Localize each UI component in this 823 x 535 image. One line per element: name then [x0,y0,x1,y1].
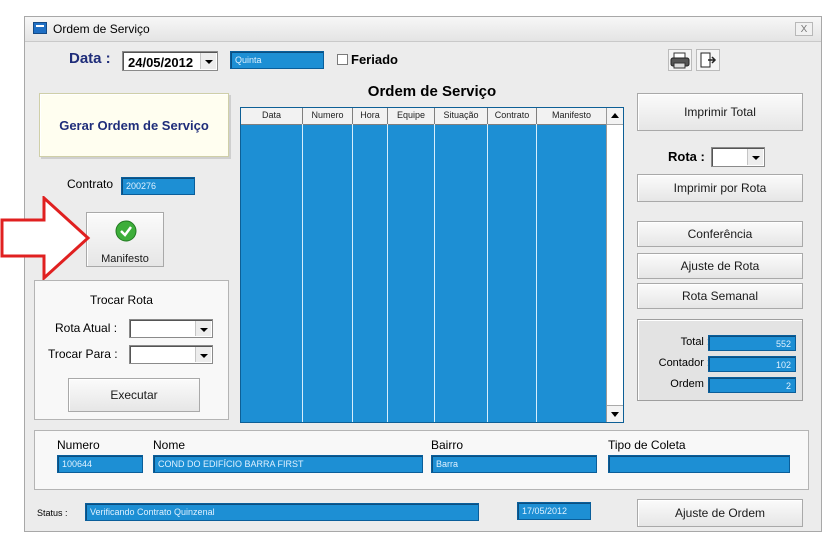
rota-semanal-button[interactable]: Rota Semanal [637,283,803,309]
col-contrato[interactable]: Contrato [488,108,537,124]
date-combo[interactable]: 24/05/2012 [122,51,218,71]
col-manifesto[interactable]: Manifesto [537,108,607,124]
tipo-coleta-label: Tipo de Coleta [608,438,686,452]
executar-button[interactable]: Executar [68,378,200,412]
ajuste-rota-button[interactable]: Ajuste de Rota [637,253,803,279]
status-date: 17/05/2012 [517,502,591,520]
weekday-field: Quinta [230,51,324,69]
ordem-value: 2 [708,377,796,393]
window-title: Ordem de Serviço [53,22,150,36]
orders-grid[interactable]: Data Numero Hora Equipe Situação Contrat… [240,107,624,423]
chevron-down-icon[interactable] [195,347,211,362]
grid-scrollbar[interactable] [606,108,623,422]
grid-line [536,124,537,422]
close-button[interactable]: X [795,22,813,36]
total-label: Total : [680,336,710,348]
grid-line [487,124,488,422]
title-bar: Ordem de Serviço X [25,17,821,42]
red-arrow-icon [0,196,91,280]
trocar-rota-panel: Trocar Rota Rota Atual : Trocar Para : E… [34,280,229,420]
executar-label: Executar [110,388,158,402]
check-icon [115,220,137,242]
holiday-checkbox[interactable] [337,54,348,65]
conferencia-button[interactable]: Conferência [637,221,803,247]
stats-panel: Total : 552 Contador : 102 Ordem : 2 [637,319,803,401]
ajuste-ordem-label: Ajuste de Ordem [674,506,766,520]
trocar-rota-title: Trocar Rota [90,293,153,307]
col-numero[interactable]: Numero [303,108,353,124]
scroll-down-icon[interactable] [607,405,623,422]
imprimir-total-button[interactable]: Imprimir Total [637,93,803,131]
exit-icon[interactable] [696,49,720,71]
contador-value: 102 [708,356,796,372]
grid-header: Data Numero Hora Equipe Situação Contrat… [241,108,607,125]
printer-icon[interactable] [668,49,692,71]
grid-line [302,124,303,422]
conferencia-label: Conferência [687,227,753,241]
tipo-coleta-field[interactable] [608,455,790,473]
chevron-down-icon[interactable] [747,149,763,165]
col-hora[interactable]: Hora [353,108,388,124]
ajuste-rota-label: Ajuste de Rota [680,259,760,273]
bairro-field[interactable]: Barra [431,455,597,473]
app-icon [33,22,47,34]
col-situacao[interactable]: Situação [435,108,488,124]
rota-atual-label: Rota Atual : [55,321,118,335]
details-panel: Numero 100644 Nome COND DO EDIFÍCIO BARR… [34,430,809,490]
ajuste-ordem-button[interactable]: Ajuste de Ordem [637,499,803,527]
grid-title: Ordem de Serviço [367,83,497,100]
date-value: 24/05/2012 [128,55,194,70]
holiday-label: Feriado [351,52,398,67]
ordem-label: Ordem : [670,378,710,390]
chevron-down-icon[interactable] [195,321,211,336]
nome-label: Nome [153,438,186,452]
total-value: 552 [708,335,796,351]
contrato-field[interactable]: 200276 [121,177,195,195]
generate-order-button[interactable]: Gerar Ordem de Serviço [39,93,229,157]
status-field: Verificando Contrato Quinzenal [85,503,479,521]
bairro-label: Bairro [431,438,464,452]
trocar-para-label: Trocar Para : [48,347,118,361]
nome-field[interactable]: COND DO EDIFÍCIO BARRA FIRST [153,455,423,473]
rota-select[interactable] [711,147,765,167]
manifest-label: Manifesto [101,253,149,265]
contrato-label: Contrato [67,177,114,191]
numero-field[interactable]: 100644 [57,455,143,473]
rota-label: Rota : [668,149,705,164]
imprimir-rota-label: Imprimir por Rota [673,181,767,195]
col-data[interactable]: Data [241,108,303,124]
rota-semanal-label: Rota Semanal [681,289,759,303]
status-label: Status : [37,508,68,518]
contador-label: Contador : [658,357,710,369]
col-equipe[interactable]: Equipe [388,108,435,124]
chevron-down-icon[interactable] [200,53,216,69]
grid-line [352,124,353,422]
rota-atual-select[interactable] [129,319,213,338]
manifest-button[interactable]: Manifesto [86,212,164,267]
trocar-para-select[interactable] [129,345,213,364]
grid-line [387,124,388,422]
date-label: Data : [69,50,111,67]
numero-label: Numero [57,438,100,452]
imprimir-rota-button[interactable]: Imprimir por Rota [637,174,803,202]
grid-line [434,124,435,422]
scroll-up-icon[interactable] [607,108,623,125]
generate-order-label: Gerar Ordem de Serviço [59,118,209,133]
imprimir-total-label: Imprimir Total [684,105,756,119]
main-window: Ordem de Serviço X Data : 24/05/2012 Qui… [24,16,822,532]
